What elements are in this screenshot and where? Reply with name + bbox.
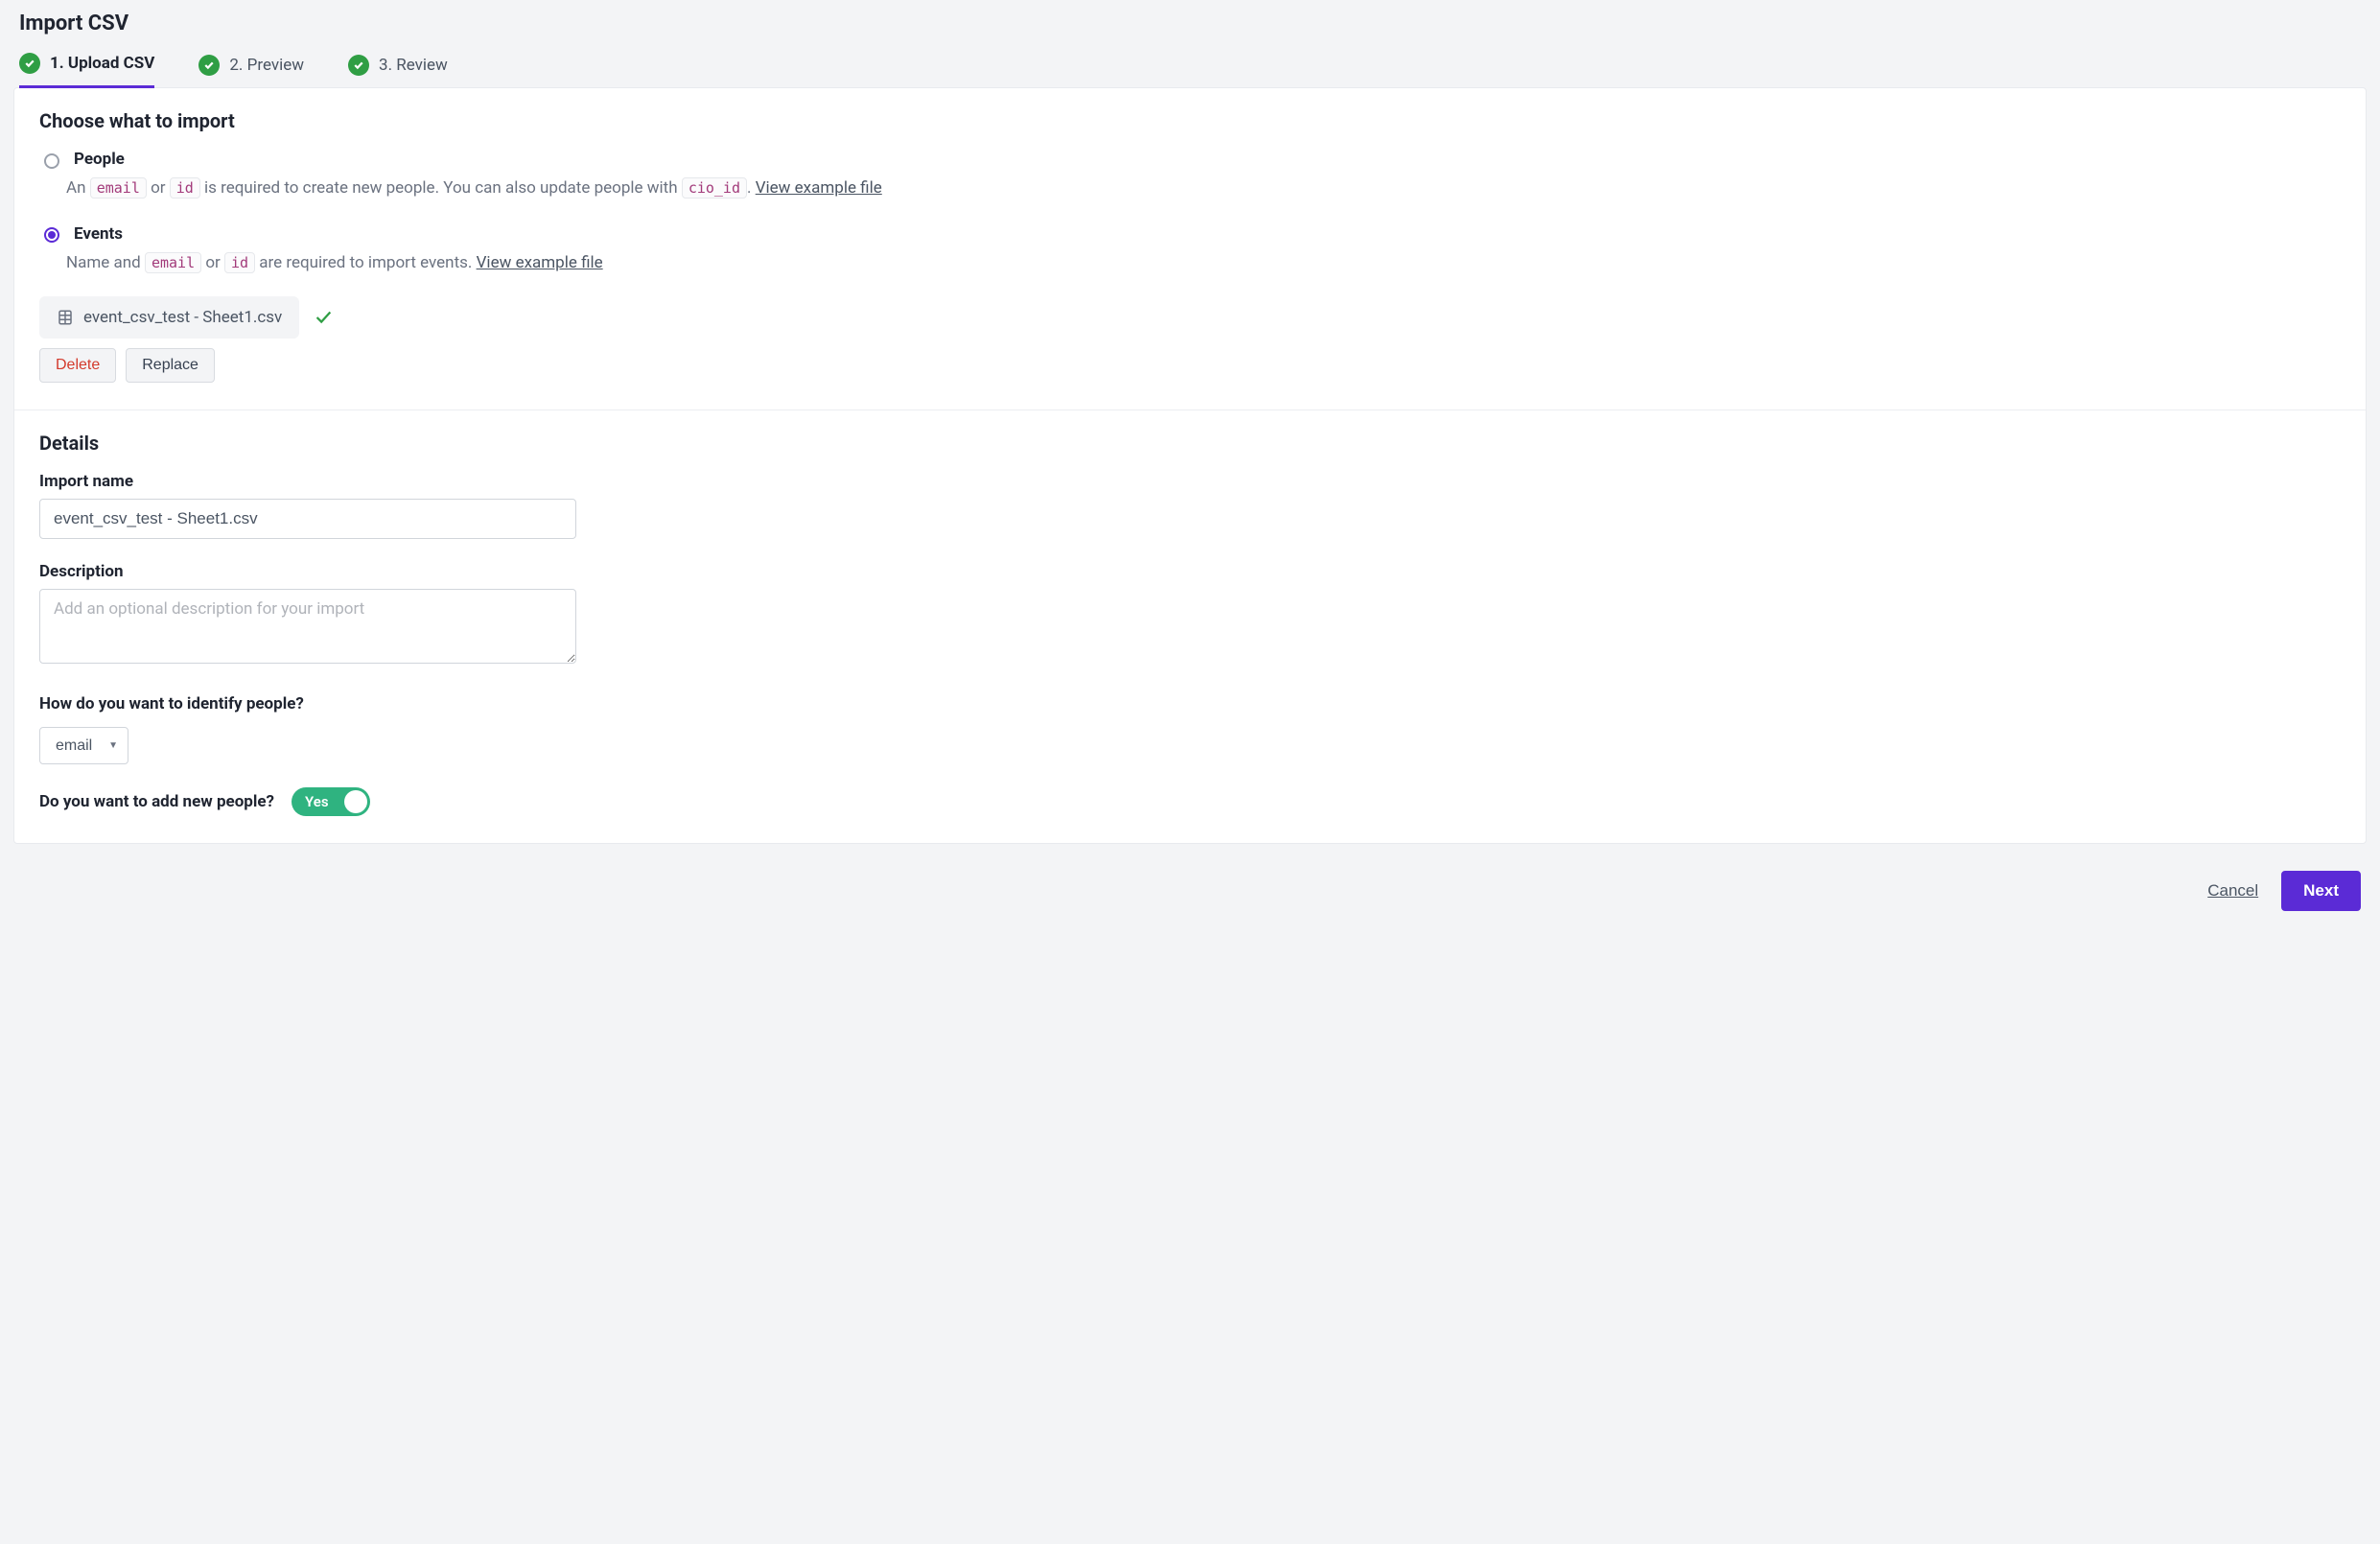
identify-label: How do you want to identify people? [39,694,2341,714]
replace-button[interactable]: Replace [126,348,215,383]
choose-title: Choose what to import [39,109,2341,132]
step-preview[interactable]: 2. Preview [198,53,304,88]
import-name-label: Import name [39,472,2341,491]
add-people-label: Do you want to add new people? [39,792,274,811]
radio-people-row[interactable]: People [39,150,2341,169]
code-id: id [170,177,200,199]
page-title: Import CSV [19,12,2365,35]
file-row: event_csv_test - Sheet1.csv [39,296,2341,339]
next-button[interactable]: Next [2281,871,2361,911]
import-name-input[interactable] [39,499,576,539]
spreadsheet-icon [57,309,74,326]
cancel-button[interactable]: Cancel [2202,872,2264,910]
description-textarea[interactable] [39,589,576,664]
radio-people-label: People [74,150,125,169]
stepper: 1. Upload CSV 2. Preview 3. Review [13,53,2367,88]
details-section: Details Import name Description How do y… [14,409,2366,843]
main-card: Choose what to import People An email or… [13,87,2367,844]
toggle-knob [344,790,367,813]
code-email: email [90,177,147,199]
step-label: 2. Preview [229,56,304,75]
add-people-toggle[interactable]: Yes [292,787,370,816]
people-desc: An email or id is required to create new… [66,176,2341,201]
step-upload-csv[interactable]: 1. Upload CSV [19,53,154,88]
delete-button[interactable]: Delete [39,348,116,383]
events-example-link[interactable]: View example file [477,253,603,272]
checkmark-icon [348,55,369,76]
identify-select[interactable]: email [39,727,128,764]
success-check-icon [313,307,334,328]
toggle-label: Yes [292,793,329,810]
file-chip: event_csv_test - Sheet1.csv [39,296,299,339]
footer: Cancel Next [13,844,2367,911]
radio-events-label: Events [74,224,123,244]
checkmark-icon [198,55,220,76]
description-label: Description [39,562,2341,581]
code-cioid: cio_id [682,177,747,199]
choose-section: Choose what to import People An email or… [14,88,2366,409]
file-name: event_csv_test - Sheet1.csv [83,308,282,327]
step-review[interactable]: 3. Review [348,53,448,88]
code-email: email [145,252,201,273]
checkmark-icon [19,53,40,74]
step-label: 1. Upload CSV [50,54,154,73]
radio-events[interactable] [44,227,59,243]
code-id: id [224,252,255,273]
step-label: 3. Review [379,56,448,75]
people-example-link[interactable]: View example file [756,178,882,198]
events-desc: Name and email or id are required to imp… [66,251,2341,276]
details-title: Details [39,432,2341,455]
radio-events-row[interactable]: Events [39,224,2341,244]
radio-people[interactable] [44,153,59,169]
